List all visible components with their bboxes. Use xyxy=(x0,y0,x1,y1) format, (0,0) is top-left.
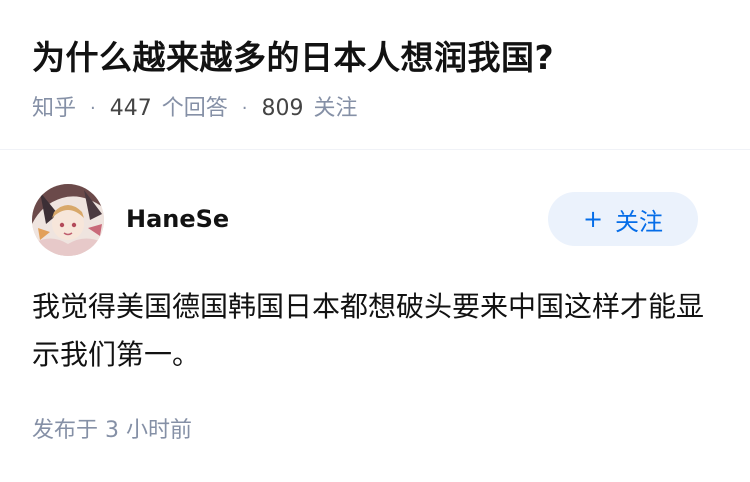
separator-dot: · xyxy=(90,98,96,119)
follow-button[interactable]: + 关注 xyxy=(548,192,698,246)
followers-count: 809 xyxy=(261,96,304,121)
question-title[interactable]: 为什么越来越多的日本人想润我国? xyxy=(32,36,554,80)
avatar[interactable] xyxy=(32,184,104,256)
publish-time: 发布于 3 小时前 xyxy=(32,418,192,443)
avatar-image xyxy=(32,184,104,256)
source-label[interactable]: 知乎 xyxy=(32,94,76,124)
question-header: 为什么越来越多的日本人想润我国? 知乎 · 447 个回答 · 809 关注 xyxy=(0,0,750,150)
author-name[interactable]: HaneSe xyxy=(126,202,229,236)
answer-content: 我觉得美国德国韩国日本都想破头要来中国这样才能显示我们第一。 xyxy=(32,290,705,371)
zhihu-answer-page: 为什么越来越多的日本人想润我国? 知乎 · 447 个回答 · 809 关注 H… xyxy=(0,0,750,482)
follow-button-label: 关注 xyxy=(615,207,664,236)
question-meta: 知乎 · 447 个回答 · 809 关注 xyxy=(32,94,358,124)
plus-icon: + xyxy=(582,205,604,233)
answers-label[interactable]: 个回答 xyxy=(162,94,228,124)
followers-label: 关注 xyxy=(313,96,358,121)
separator-dot: · xyxy=(241,98,248,119)
answers-count: 447 xyxy=(109,96,152,121)
answer-author-row: HaneSe + 关注 xyxy=(32,184,718,256)
